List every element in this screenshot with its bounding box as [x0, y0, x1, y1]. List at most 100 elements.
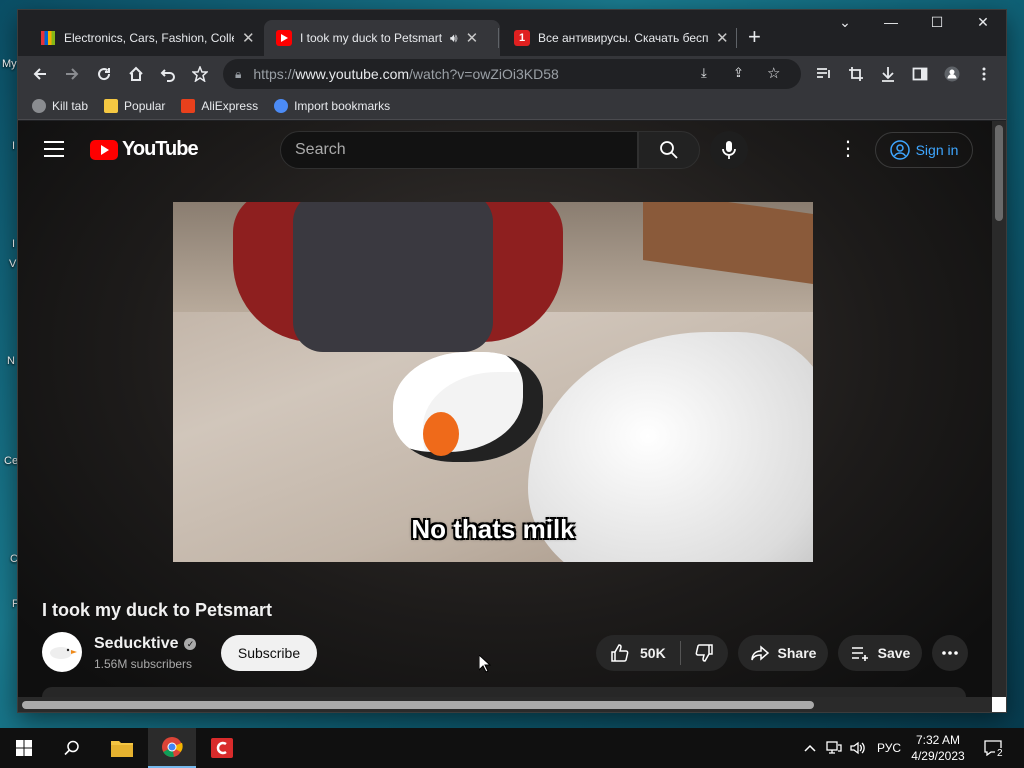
forward-icon[interactable] [60, 62, 84, 86]
speaker-icon[interactable]: 🔊︎ [450, 31, 458, 46]
sign-in-button[interactable]: Sign in [875, 132, 973, 168]
subscribe-button[interactable]: Subscribe [221, 635, 317, 671]
close-tab-icon[interactable]: ✕ [716, 29, 729, 47]
taskbar: РУС 7:32 AM 4/29/2023 2 [0, 728, 1024, 768]
aliexpress-icon [181, 98, 196, 113]
more-actions-button[interactable] [932, 635, 968, 671]
ebay-icon [40, 30, 56, 46]
app-taskbar-button[interactable] [198, 728, 246, 768]
install-app-icon[interactable]: ⤓ [701, 65, 707, 81]
bookmark-popular[interactable]: Popular [104, 98, 165, 113]
bookmark-import[interactable]: Import bookmarks [274, 98, 391, 113]
tab-search-button[interactable]: ⌄ [822, 14, 868, 31]
share-label: Share [777, 645, 817, 661]
notification-count: 2 [995, 748, 1005, 759]
side-panel-icon[interactable] [908, 62, 932, 86]
tab-antivirus[interactable]: 1 Все антивирусы. Скачать беспл ✕ [502, 20, 741, 56]
search-button[interactable] [638, 131, 700, 169]
bookmark-star-icon[interactable] [188, 62, 212, 86]
globe-icon [32, 98, 46, 113]
bookmarks-bar: Kill tab Popular AliExpress Import bookm… [18, 92, 1006, 120]
address-bar[interactable]: 🔒︎ https://www.youtube.com/watch?v=owZiO… [223, 59, 801, 89]
bookmark-label: Import bookmarks [294, 98, 391, 113]
star-page-icon[interactable]: ☆ [767, 64, 780, 82]
mouse-cursor [479, 655, 491, 673]
file-explorer-button[interactable] [98, 728, 146, 768]
volume-icon[interactable] [850, 728, 866, 768]
close-tab-icon[interactable]: ✕ [242, 29, 255, 47]
account-icon [889, 140, 910, 160]
notifications-button[interactable]: 2 [984, 728, 1005, 768]
sign-in-label: Sign in [915, 142, 959, 158]
logo-text: YouTube [122, 138, 199, 160]
bookmark-aliexpress[interactable]: AliExpress [181, 98, 258, 113]
horizontal-scrollbar[interactable] [18, 697, 992, 712]
maximize-button[interactable]: ☐ [914, 14, 960, 31]
bookmark-kill-tab[interactable]: Kill tab [32, 98, 88, 113]
show-hidden-icons[interactable] [804, 728, 816, 768]
reload-icon[interactable] [92, 62, 116, 86]
subscriber-count: 1.56M subscribers [94, 657, 193, 671]
scrollbar-thumb[interactable] [22, 701, 814, 709]
share-button[interactable]: Share [738, 635, 828, 671]
desktop-icon-label: V [9, 258, 17, 270]
downloads-icon[interactable] [876, 62, 900, 86]
search-input[interactable]: Search [280, 131, 638, 169]
video-frame-person-body [293, 202, 493, 352]
desktop-icon-label: N [7, 355, 15, 367]
video-player[interactable]: No thats milk [173, 202, 813, 562]
browser-window: Electronics, Cars, Fashion, Collect ✕ I … [18, 10, 1006, 712]
chrome-taskbar-button[interactable] [148, 728, 196, 768]
tab-ebay[interactable]: Electronics, Cars, Fashion, Collect ✕ [28, 20, 267, 56]
desktop-icon-label: My [2, 58, 17, 70]
home-icon[interactable] [124, 62, 148, 86]
folder-icon [111, 741, 133, 757]
antivirus-site-icon: 1 [514, 30, 530, 46]
minimize-button[interactable]: — [868, 14, 914, 30]
clock[interactable]: 7:32 AM 4/29/2023 [904, 732, 972, 764]
like-button[interactable]: 50K [596, 635, 680, 671]
crop-icon[interactable] [844, 62, 868, 86]
close-window-button[interactable]: ✕ [960, 14, 1006, 31]
youtube-play-icon [90, 139, 118, 160]
more-horizontal-icon [942, 651, 958, 655]
taskbar-search-button[interactable] [48, 728, 96, 768]
channel-avatar[interactable] [42, 632, 82, 672]
tab-youtube[interactable]: I took my duck to Petsmart - 🔊︎ ✕ [264, 20, 500, 56]
menu-icon[interactable] [44, 141, 64, 157]
start-button[interactable] [0, 728, 48, 768]
url-scheme: https:// [253, 66, 296, 82]
lock-icon[interactable]: 🔒︎ [235, 67, 241, 82]
url-path: /watch?v=owZiOi3KD58 [409, 66, 559, 82]
channel-name[interactable]: Seducktive ✓ [94, 635, 197, 653]
desktop-icon-label: I [12, 140, 16, 152]
vertical-scrollbar[interactable] [992, 121, 1006, 697]
like-count: 50K [640, 645, 666, 661]
browser-menu-icon[interactable] [972, 62, 996, 86]
tab-strip: Electronics, Cars, Fashion, Collect ✕ I … [18, 10, 1006, 56]
scrollbar-thumb[interactable] [995, 125, 1003, 221]
language-indicator[interactable]: РУС [877, 728, 901, 768]
dislike-button[interactable] [680, 635, 728, 671]
youtube-logo[interactable]: YouTube [90, 138, 199, 161]
voice-search-button[interactable] [710, 131, 748, 169]
share-page-icon[interactable]: ⇪ [733, 65, 744, 81]
playlist-add-icon [851, 647, 868, 661]
scrollbar-corner [992, 697, 1006, 712]
folder-icon [104, 98, 119, 113]
save-button[interactable]: Save [838, 635, 922, 671]
network-icon[interactable] [826, 728, 842, 768]
new-tab-button[interactable]: + [748, 24, 761, 50]
profile-icon[interactable] [940, 62, 964, 86]
close-tab-icon[interactable]: ✕ [466, 29, 479, 47]
tab-title: I took my duck to Petsmart - [300, 31, 442, 45]
tab-title: Electronics, Cars, Fashion, Collect [64, 31, 234, 45]
like-dislike-group: 50K [596, 635, 728, 671]
undo-icon[interactable] [156, 62, 180, 86]
back-icon[interactable] [28, 62, 52, 86]
description-box[interactable] [42, 687, 966, 697]
search-icon [660, 141, 678, 159]
desktop-icon-label: Ce [4, 455, 19, 467]
settings-menu-icon[interactable]: ⋮ [838, 139, 858, 159]
media-control-icon[interactable] [812, 62, 836, 86]
